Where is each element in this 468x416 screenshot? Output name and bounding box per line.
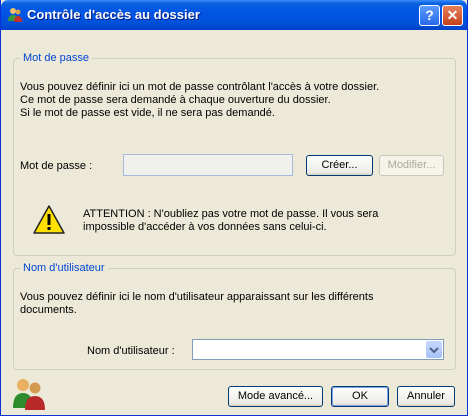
warning-triangle-icon <box>33 205 65 234</box>
help-button[interactable]: ? <box>419 5 440 26</box>
dialog-window: Contrôle d'accès au dossier ? ✕ Mot de p… <box>0 0 468 416</box>
username-description-line-2: documents. <box>20 304 77 316</box>
password-group-legend: Mot de passe <box>23 52 90 64</box>
users-icon <box>13 379 45 410</box>
password-description-line-1: Vous pouvez définir ici un mot de passe … <box>20 81 380 93</box>
username-combobox[interactable] <box>192 339 444 360</box>
window-title: Contrôle d'accès au dossier <box>27 7 200 22</box>
warning-line-1: ATTENTION : N'oubliez pas votre mot de p… <box>83 208 379 220</box>
advanced-mode-button[interactable]: Mode avancé... <box>228 386 323 407</box>
users-icon <box>8 8 22 22</box>
password-description-line-2: Ce mot de passe sera demandé à chaque ou… <box>20 94 331 106</box>
chevron-down-icon[interactable] <box>426 341 442 358</box>
password-label: Mot de passe : <box>20 160 93 172</box>
username-description-line-1: Vous pouvez définir ici le nom d'utilisa… <box>20 291 374 303</box>
username-group-legend: Nom d'utilisateur <box>23 262 105 274</box>
create-password-button[interactable]: Créer... <box>306 155 373 176</box>
cancel-button[interactable]: Annuler <box>397 386 455 407</box>
password-description-line-3: Si le mot de passe est vide, il ne sera … <box>20 107 275 119</box>
title-bar[interactable]: Contrôle d'accès au dossier ? ✕ <box>1 0 467 30</box>
password-input[interactable] <box>123 154 293 176</box>
ok-button[interactable]: OK <box>331 386 389 407</box>
warning-line-2: impossible d'accéder à vos données sans … <box>83 221 327 233</box>
modify-password-button[interactable]: Modifier... <box>379 155 444 176</box>
username-label: Nom d'utilisateur : <box>87 345 175 357</box>
close-button[interactable]: ✕ <box>442 5 463 26</box>
